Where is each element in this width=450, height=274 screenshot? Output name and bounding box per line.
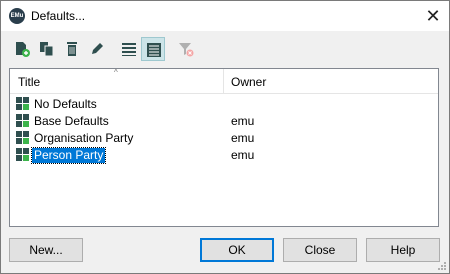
- row-title: No Defaults: [34, 97, 97, 111]
- resize-grip-icon[interactable]: [437, 261, 447, 271]
- row-owner: emu: [231, 148, 255, 162]
- defaults-record-icon: [16, 131, 29, 144]
- list-view-icon: [122, 43, 136, 56]
- close-button[interactable]: Close: [283, 238, 357, 262]
- list-item[interactable]: Base Defaults emu: [10, 113, 438, 130]
- emu-app-icon: EMu: [9, 8, 25, 24]
- row-title: Base Defaults: [34, 114, 109, 128]
- new-record-button[interactable]: [10, 37, 34, 61]
- sort-ascending-icon: ^: [114, 68, 118, 77]
- list-header: ^ Title Owner: [10, 68, 438, 94]
- dialog-title: Defaults...: [31, 9, 86, 23]
- defaults-record-icon: [16, 148, 29, 161]
- delete-button[interactable]: [60, 37, 84, 61]
- defaults-record-icon: [16, 97, 29, 110]
- new-button[interactable]: New...: [9, 238, 83, 262]
- defaults-list[interactable]: ^ Title Owner No Defaults Base Defaults …: [9, 68, 439, 227]
- new-record-icon: [16, 42, 30, 57]
- column-divider[interactable]: [223, 69, 224, 93]
- details-view-button[interactable]: [141, 37, 165, 61]
- ok-button[interactable]: OK: [200, 238, 274, 262]
- close-window-button[interactable]: ✕: [420, 4, 446, 28]
- defaults-record-icon: [16, 114, 29, 127]
- toolbar: [1, 33, 449, 63]
- title-bar: EMu Defaults... ✕: [1, 1, 449, 31]
- list-view-button[interactable]: [117, 37, 141, 61]
- clear-filter-icon: [179, 43, 194, 57]
- column-header-owner[interactable]: Owner: [231, 75, 266, 89]
- row-title: Organisation Party: [34, 131, 134, 145]
- edit-icon: [92, 43, 103, 54]
- copy-button[interactable]: [35, 37, 59, 61]
- list-item-selected[interactable]: Person Party emu: [10, 147, 438, 164]
- delete-icon: [67, 42, 77, 56]
- defaults-dialog: EMu Defaults... ✕ ^ Title Owner No Defau…: [0, 0, 450, 274]
- list-item[interactable]: No Defaults: [10, 96, 438, 113]
- row-owner: emu: [231, 114, 255, 128]
- details-view-icon: [147, 43, 161, 57]
- column-header-title[interactable]: Title: [18, 75, 40, 89]
- copy-icon: [40, 42, 54, 57]
- clear-filter-button[interactable]: [174, 37, 198, 61]
- row-owner: emu: [231, 131, 255, 145]
- list-item[interactable]: Organisation Party emu: [10, 130, 438, 147]
- row-title: Person Party: [30, 147, 107, 164]
- help-button[interactable]: Help: [366, 238, 440, 262]
- edit-button[interactable]: [85, 37, 109, 61]
